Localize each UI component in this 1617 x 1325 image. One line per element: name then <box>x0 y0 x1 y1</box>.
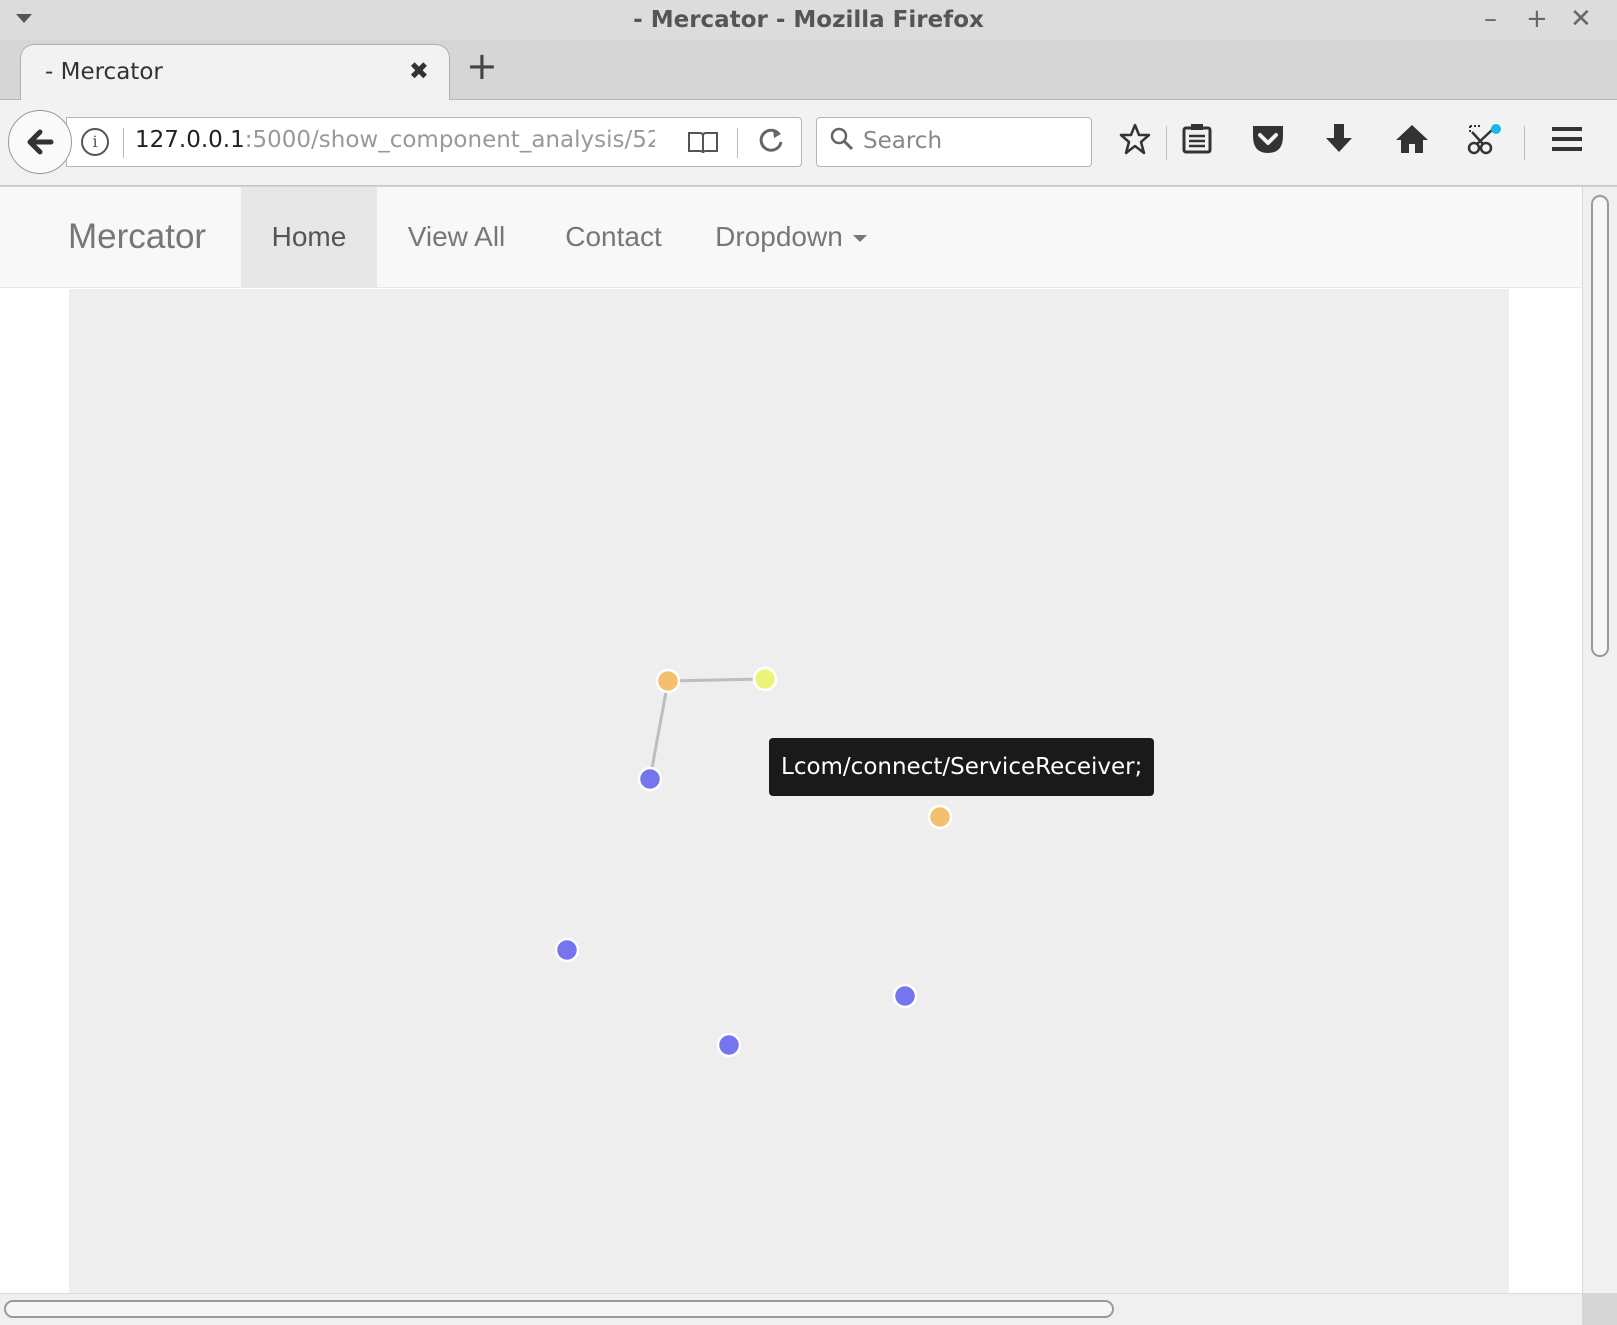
site-navbar: Mercator Home View All Contact Dropdown <box>0 187 1582 288</box>
vertical-scroll-thumb[interactable] <box>1591 195 1609 657</box>
graph-node[interactable] <box>752 666 778 692</box>
navigation-toolbar: i 127.0.0.1:5000/show_component_analysis… <box>0 100 1617 186</box>
search-placeholder: Search <box>863 128 943 154</box>
tab-label: - Mercator <box>45 59 163 85</box>
maximize-icon[interactable]: + <box>1526 4 1548 34</box>
reading-list-icon[interactable] <box>1180 122 1214 165</box>
graph-node[interactable] <box>716 1032 742 1058</box>
screenshot-icon[interactable] <box>1466 122 1502 165</box>
component-graph[interactable]: Lcom/connect/ServiceReceiver; <box>69 289 1509 1293</box>
home-icon[interactable] <box>1394 122 1430 165</box>
nav-dropdown[interactable]: Dropdown <box>691 187 891 287</box>
pocket-icon[interactable] <box>1250 122 1286 165</box>
url-text[interactable]: 127.0.0.1:5000/show_component_analysis/5… <box>135 127 655 159</box>
divider <box>737 128 738 158</box>
search-input[interactable]: Search <box>816 117 1092 167</box>
url-host: 127.0.0.1 <box>135 127 245 153</box>
graph-node[interactable] <box>554 937 580 963</box>
nav-view-all[interactable]: View All <box>377 187 536 287</box>
close-icon[interactable]: ✕ <box>1570 4 1592 34</box>
url-path: :5000/show_component_analysis/52a <box>244 127 655 153</box>
graph-node[interactable] <box>927 804 953 830</box>
site-info-icon[interactable]: i <box>81 128 109 156</box>
tab-close-icon[interactable]: ✖ <box>409 57 429 85</box>
window-title: - Mercator - Mozilla Firefox <box>633 7 984 33</box>
divider <box>123 128 124 158</box>
horizontal-scrollbar[interactable] <box>0 1293 1582 1325</box>
horizontal-scroll-thumb[interactable] <box>4 1300 1114 1318</box>
graph-edge <box>667 677 766 683</box>
caret-down-icon <box>852 235 867 243</box>
graph-node[interactable] <box>637 766 663 792</box>
nav-contact[interactable]: Contact <box>536 187 691 287</box>
nav-dropdown-label: Dropdown <box>715 221 843 252</box>
graph-node[interactable] <box>892 983 918 1009</box>
bookmark-star-icon[interactable] <box>1118 122 1152 165</box>
hamburger-menu-icon[interactable] <box>1550 122 1584 165</box>
graph-edge <box>648 680 670 780</box>
new-tab-icon[interactable]: + <box>466 44 498 88</box>
node-tooltip: Lcom/connect/ServiceReceiver; <box>769 738 1155 796</box>
divider <box>1166 126 1167 160</box>
divider <box>1524 126 1525 160</box>
reader-view-icon[interactable] <box>687 130 719 162</box>
reload-icon[interactable] <box>757 126 785 161</box>
back-arrow-icon <box>27 129 54 155</box>
minimize-icon[interactable]: – <box>1484 4 1497 34</box>
page-viewport: Mercator Home View All Contact Dropdown … <box>0 187 1582 1293</box>
tab-strip: - Mercator ✖ + <box>0 40 1617 101</box>
back-button[interactable] <box>8 110 72 174</box>
graph-node[interactable] <box>655 668 681 694</box>
download-icon[interactable] <box>1322 122 1356 165</box>
nav-home[interactable]: Home <box>241 187 377 287</box>
window-titlebar: - Mercator - Mozilla Firefox – + ✕ <box>0 0 1617 40</box>
tab-mercator[interactable]: - Mercator ✖ <box>20 44 450 101</box>
url-bar[interactable]: i 127.0.0.1:5000/show_component_analysis… <box>66 117 802 167</box>
site-brand[interactable]: Mercator <box>68 217 206 257</box>
vertical-scrollbar[interactable] <box>1582 187 1617 1293</box>
search-icon <box>829 126 855 158</box>
